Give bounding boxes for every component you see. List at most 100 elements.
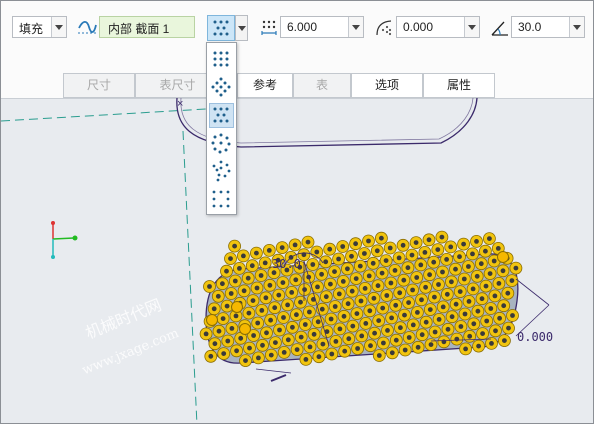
pattern-member[interactable] — [414, 258, 428, 272]
pattern-member[interactable] — [281, 298, 295, 312]
pattern-member[interactable] — [457, 272, 471, 286]
pattern-members[interactable] — [199, 230, 523, 368]
pattern-member[interactable] — [311, 280, 324, 294]
pattern-member[interactable] — [354, 294, 368, 308]
pattern-member[interactable] — [364, 339, 377, 353]
pattern-member[interactable] — [277, 311, 290, 324]
pattern-member[interactable] — [311, 315, 325, 329]
pattern-member[interactable] — [325, 347, 339, 361]
pattern-member[interactable] — [453, 285, 467, 299]
tab-table[interactable]: 表 — [293, 73, 351, 98]
pattern-member[interactable] — [453, 250, 466, 264]
pattern-member[interactable] — [449, 297, 463, 311]
pattern-member[interactable] — [392, 251, 406, 265]
pattern-member[interactable] — [506, 309, 519, 322]
pattern-member[interactable] — [249, 246, 263, 260]
pattern-member[interactable] — [251, 351, 265, 365]
pattern-member[interactable] — [466, 282, 480, 296]
menu-item-diamond[interactable] — [209, 75, 234, 100]
pattern-member[interactable] — [432, 278, 445, 291]
pattern-member[interactable] — [243, 341, 256, 355]
pattern-member[interactable] — [259, 291, 273, 305]
pattern-member[interactable] — [262, 243, 276, 257]
pattern-member[interactable] — [397, 273, 411, 287]
pattern-member[interactable] — [204, 349, 218, 363]
pattern-member[interactable] — [374, 231, 388, 245]
pattern-member[interactable] — [466, 247, 479, 261]
pattern-member[interactable] — [329, 334, 343, 348]
pattern-member[interactable] — [372, 349, 386, 362]
pattern-member[interactable] — [381, 323, 394, 337]
pattern-member[interactable] — [288, 238, 302, 252]
pattern-member[interactable] — [208, 337, 222, 351]
pattern-member[interactable] — [449, 262, 462, 276]
pattern-member[interactable] — [463, 329, 477, 343]
pattern-member[interactable] — [474, 257, 488, 271]
pattern-member[interactable] — [251, 316, 265, 330]
pattern-member[interactable] — [333, 322, 347, 336]
angle-dimension-label[interactable]: 30.0 — [272, 257, 301, 271]
pattern-member[interactable] — [275, 241, 289, 255]
pattern-member[interactable] — [489, 324, 502, 338]
pattern-member[interactable] — [496, 264, 510, 278]
pattern-member[interactable] — [409, 236, 423, 250]
pattern-member[interactable] — [398, 343, 412, 357]
pattern-member[interactable] — [475, 292, 489, 306]
chevron-down-icon[interactable] — [51, 17, 66, 37]
pattern-member[interactable] — [232, 261, 246, 275]
pattern-member[interactable] — [423, 268, 437, 282]
pattern-member[interactable] — [299, 352, 313, 366]
pattern-member[interactable] — [355, 329, 369, 343]
pattern-member[interactable] — [483, 267, 497, 281]
pattern-member[interactable] — [492, 276, 506, 290]
pattern-member[interactable] — [389, 298, 403, 312]
grid-template-dropdown-arrow[interactable] — [235, 15, 248, 41]
pattern-member[interactable] — [431, 243, 445, 257]
pattern-member[interactable] — [459, 342, 473, 356]
pattern-member[interactable] — [350, 307, 364, 321]
tab-properties[interactable]: 属性 — [423, 73, 495, 98]
pattern-member[interactable] — [212, 324, 226, 338]
datum-plane-line[interactable] — [182, 130, 198, 424]
pattern-member[interactable] — [436, 300, 450, 314]
pattern-member[interactable] — [328, 265, 341, 279]
pattern-member[interactable] — [357, 247, 371, 260]
pattern-member[interactable] — [332, 252, 346, 266]
pattern-member[interactable] — [258, 256, 272, 270]
pattern-member[interactable] — [242, 306, 256, 320]
pattern-member[interactable] — [376, 301, 390, 315]
pattern-member[interactable] — [367, 291, 381, 305]
pattern-member[interactable] — [340, 262, 354, 276]
pattern-member[interactable] — [328, 300, 342, 313]
tab-options[interactable]: 选项 — [351, 73, 423, 98]
pattern-member[interactable] — [488, 289, 502, 303]
pattern-member[interactable] — [289, 308, 303, 322]
pattern-member[interactable] — [509, 261, 523, 275]
pattern-member[interactable] — [246, 294, 260, 308]
pattern-member[interactable] — [461, 260, 475, 273]
pattern-member[interactable] — [345, 249, 358, 263]
pattern-member[interactable] — [411, 340, 425, 354]
pattern-member[interactable] — [444, 275, 458, 289]
pattern-member[interactable] — [410, 271, 424, 284]
spacing-input[interactable]: 6.000 — [280, 16, 364, 38]
menu-item-square[interactable] — [209, 47, 234, 72]
rotation-angle-input[interactable]: 30.0 — [511, 16, 585, 38]
pattern-member[interactable] — [380, 289, 394, 302]
graphics-area[interactable]: × 30.0 0.000 机械时代网 www.jxage.com — [1, 98, 594, 424]
pattern-member[interactable] — [401, 261, 415, 275]
pattern-member[interactable] — [418, 245, 432, 259]
pattern-member[interactable] — [393, 321, 407, 335]
pattern-member[interactable] — [237, 284, 251, 298]
pattern-member[interactable] — [285, 285, 299, 299]
pattern-member[interactable] — [319, 255, 333, 269]
pattern-member[interactable] — [256, 338, 269, 352]
pattern-member[interactable] — [290, 343, 304, 357]
pattern-member[interactable] — [450, 332, 464, 346]
pattern-member[interactable] — [255, 303, 269, 317]
pattern-member[interactable] — [419, 315, 433, 329]
pattern-member[interactable] — [353, 259, 367, 273]
pattern-member[interactable] — [410, 305, 424, 319]
pattern-member[interactable] — [211, 289, 225, 303]
pattern-member[interactable] — [298, 283, 312, 297]
